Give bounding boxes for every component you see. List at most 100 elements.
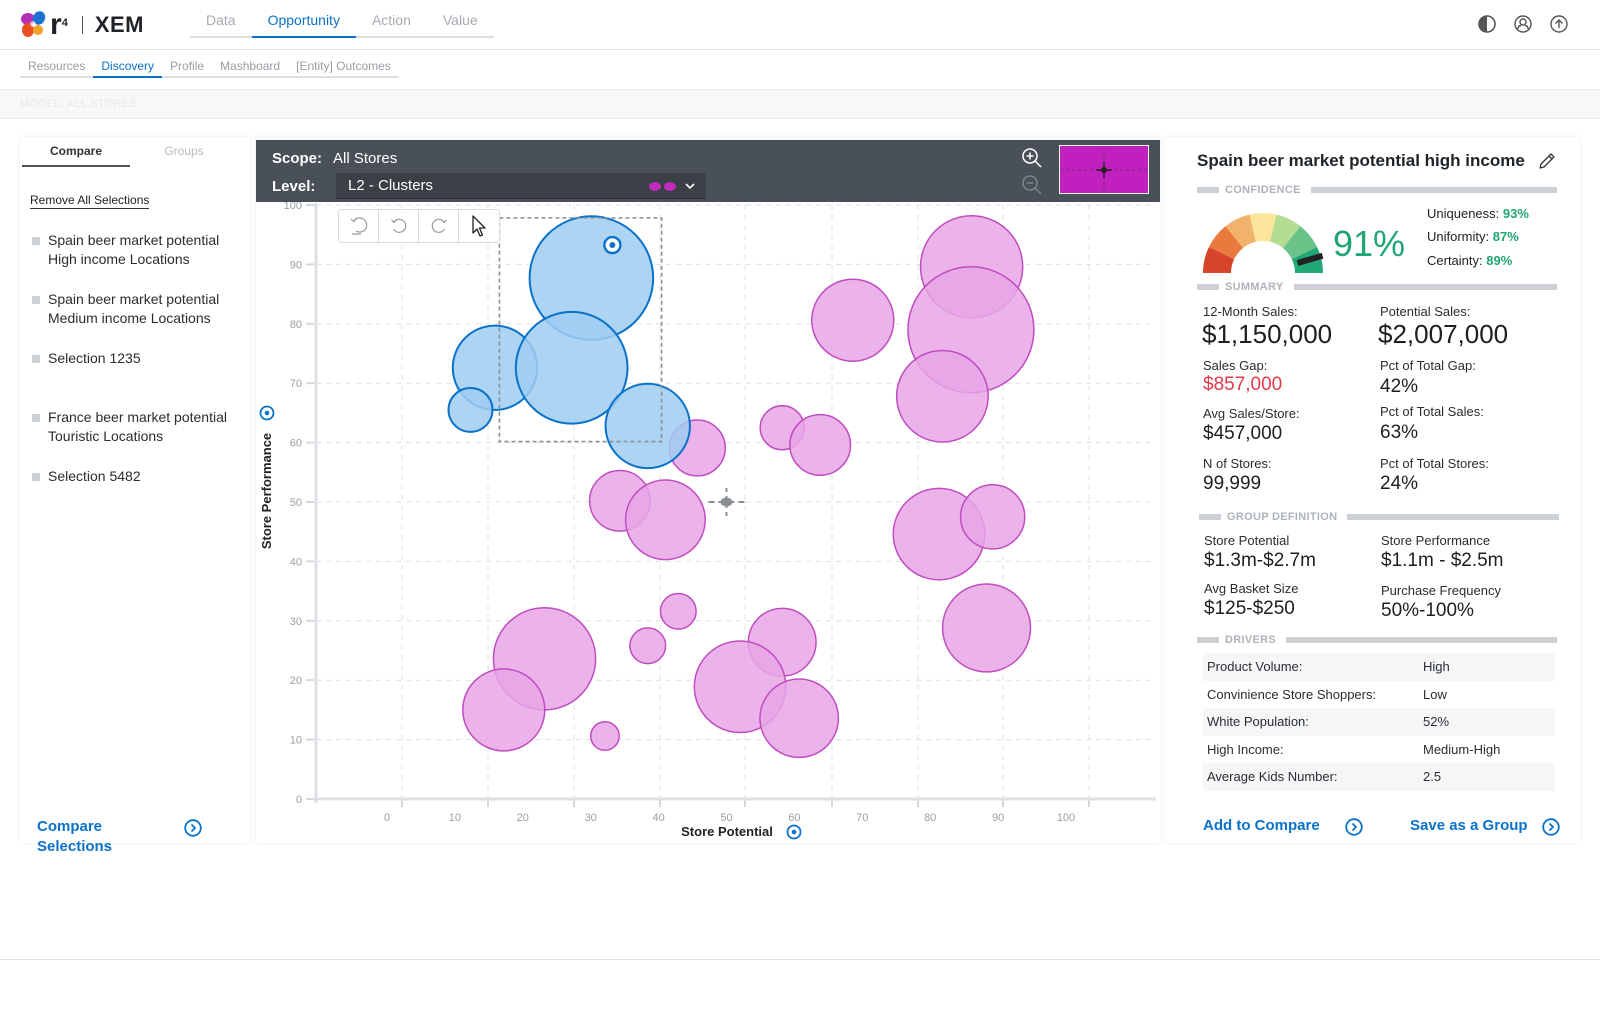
- tab-data[interactable]: Data: [190, 0, 252, 38]
- compare-selections-link[interactable]: Compare Selections: [37, 817, 112, 857]
- driver-row: High Income: Medium-High: [1207, 741, 1501, 757]
- cluster-bubble[interactable]: [462, 668, 546, 752]
- minimap-crosshair-icon: [1060, 146, 1148, 193]
- confidence-value: 91%: [1333, 223, 1406, 264]
- x-tick-label: 90: [992, 812, 1004, 824]
- pencil-edit-icon[interactable]: [1537, 151, 1557, 171]
- select-tool-button[interactable]: [459, 210, 499, 242]
- month-sales-value: $1,150,000: [1202, 319, 1333, 349]
- certainty-metric: Certainty: 89%: [1427, 253, 1513, 268]
- crosshair-center[interactable]: [720, 497, 733, 507]
- purchase-frequency-label: Purchase Frequency: [1381, 583, 1501, 598]
- selection-item[interactable]: Spain beer market potential Medium income…: [32, 290, 242, 328]
- subtab-mashboard[interactable]: Mashboard: [212, 54, 288, 78]
- selection-bullet: [32, 237, 40, 245]
- selected-bubble[interactable]: [604, 382, 691, 470]
- driver-row: White Population: 52%: [1203, 708, 1555, 736]
- store-potential-label: Store Potential: [1204, 533, 1290, 548]
- upload-icon[interactable]: [1548, 13, 1570, 35]
- cluster-bubble[interactable]: [659, 592, 697, 630]
- x-tick-label: 100: [1057, 812, 1075, 824]
- tab-action[interactable]: Action: [356, 0, 427, 38]
- circle-arrow-right-icon[interactable]: [1542, 818, 1560, 836]
- selection-item[interactable]: Spain beer market potential High income L…: [32, 231, 242, 269]
- pct-gap-label: Pct of Total Gap:: [1380, 358, 1476, 373]
- contrast-icon[interactable]: [1476, 13, 1498, 35]
- tab-groups[interactable]: Groups: [130, 137, 238, 167]
- tab-compare[interactable]: Compare: [22, 137, 130, 167]
- cluster-bubble[interactable]: [629, 627, 667, 665]
- subtab-entity-outcomes[interactable]: [Entity] Outcomes: [288, 54, 399, 78]
- selection-label: France beer market potential Touristic Lo…: [48, 409, 227, 444]
- add-to-compare-button[interactable]: Add to Compare: [1203, 817, 1320, 834]
- redo-button[interactable]: [419, 210, 459, 242]
- potential-sales-label: Potential Sales:: [1380, 304, 1471, 319]
- x-tick-label: 40: [652, 812, 664, 824]
- app-logo[interactable]: r4 XEM: [20, 10, 144, 40]
- top-icons: [1476, 13, 1570, 35]
- subtab-resources[interactable]: Resources: [20, 54, 93, 78]
- bottom-divider: [0, 959, 1600, 960]
- remove-all-selections-link[interactable]: Remove All Selections: [30, 193, 150, 209]
- subtab-profile[interactable]: Profile: [162, 54, 212, 78]
- selection-label: Spain beer market potential High income L…: [48, 232, 220, 267]
- selection-item[interactable]: France beer market potential Touristic Lo…: [32, 408, 242, 446]
- x-tick-label: 10: [449, 812, 461, 824]
- chart-toolbar: [338, 209, 500, 243]
- x-tick-label: 60: [788, 812, 800, 824]
- x-tick-label: 70: [856, 812, 868, 824]
- tab-opportunity[interactable]: Opportunity: [251, 0, 356, 38]
- subtab-discovery[interactable]: Discovery: [93, 54, 163, 78]
- avg-sales-label: Avg Sales/Store:: [1203, 406, 1300, 421]
- summary-section-header: SUMMARY: [1197, 280, 1557, 294]
- cluster-bubble[interactable]: [589, 721, 620, 752]
- x-tick-label: 80: [924, 812, 936, 824]
- scope-value: All Stores: [333, 150, 398, 167]
- cluster-bubble[interactable]: [789, 413, 852, 477]
- confidence-section-header: CONFIDENCE: [1197, 183, 1557, 197]
- zoom-in-icon[interactable]: [1020, 146, 1044, 170]
- selection-label: Spain beer market potential Medium income…: [48, 291, 220, 326]
- redo-icon: [431, 218, 447, 234]
- store-performance-value: $1.1m - $2.5m: [1381, 550, 1504, 571]
- selection-item[interactable]: Selection 5482: [32, 467, 242, 486]
- driver-row: Product Volume: High: [1203, 653, 1555, 681]
- avg-basket-label: Avg Basket Size: [1204, 581, 1299, 596]
- undo-button[interactable]: [379, 210, 419, 242]
- tab-value[interactable]: Value: [427, 0, 494, 38]
- uniformity-metric: Uniformity: 87%: [1427, 229, 1519, 244]
- cluster-bubble[interactable]: [941, 583, 1032, 673]
- selected-bubble[interactable]: [447, 386, 494, 433]
- y-tick-label: 10: [290, 735, 302, 747]
- level-dropdown[interactable]: L2 - Clusters: [336, 173, 706, 199]
- minimap[interactable]: [1059, 145, 1149, 194]
- pct-stores-value: 24%: [1380, 473, 1419, 494]
- group-details-panel: Spain beer market potential high income …: [1165, 137, 1580, 843]
- x-tick-label: 50: [720, 812, 732, 824]
- cluster-bubble[interactable]: [624, 479, 706, 561]
- cluster-bubble[interactable]: [811, 278, 895, 362]
- selection-bullet: [32, 355, 40, 363]
- cluster-bubble[interactable]: [895, 349, 989, 443]
- x-tick-label: 20: [517, 812, 529, 824]
- selection-item[interactable]: Selection 1235: [32, 349, 242, 368]
- y-tick-label: 40: [290, 556, 302, 568]
- main-tabs: Data Opportunity Action Value: [190, 0, 494, 38]
- circle-arrow-right-icon[interactable]: [184, 819, 202, 837]
- model-bar: MODEL: ALL STORES: [0, 89, 1600, 119]
- potential-sales-value: $2,007,000: [1378, 319, 1509, 349]
- cluster-bubble[interactable]: [959, 484, 1026, 550]
- avg-basket-value: $125-$250: [1204, 598, 1295, 619]
- y-axis-label: Store Performance: [259, 433, 274, 549]
- reset-button[interactable]: [339, 210, 379, 242]
- circle-arrow-right-icon[interactable]: [1345, 818, 1363, 836]
- undo-icon: [390, 218, 406, 234]
- zoom-out-icon[interactable]: [1020, 173, 1044, 197]
- focus-marker-dot: [609, 242, 616, 249]
- n-stores-label: N of Stores:: [1203, 456, 1272, 471]
- cluster-bubble[interactable]: [759, 678, 840, 759]
- save-as-group-button[interactable]: Save as a Group: [1410, 817, 1528, 834]
- top-navigation-bar: r4 XEM Data Opportunity Action Value: [0, 0, 1600, 50]
- user-icon[interactable]: [1512, 13, 1534, 35]
- group-definition-section-header: GROUP DEFINITION: [1199, 510, 1559, 524]
